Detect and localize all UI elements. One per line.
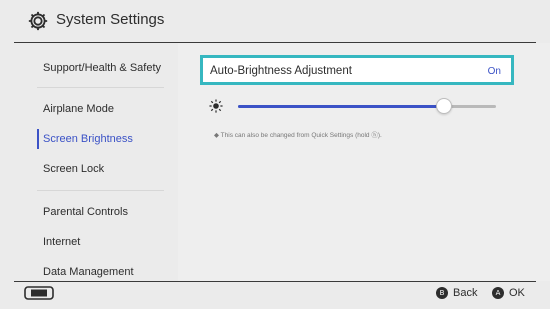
sidebar-divider	[37, 87, 164, 88]
sidebar-item-parental-controls[interactable]: Parental Controls	[43, 206, 128, 218]
handheld-console-icon	[24, 286, 54, 300]
auto-brightness-value: On	[487, 66, 501, 77]
sidebar-item-screen-brightness[interactable]: Screen Brightness	[43, 133, 133, 145]
sidebar-divider	[37, 190, 164, 191]
brightness-slider-thumb[interactable]	[436, 98, 453, 114]
header: System Settings	[0, 0, 550, 42]
ok-button[interactable]: A OK	[492, 287, 525, 299]
sun-icon	[209, 99, 223, 113]
selection-indicator	[37, 129, 39, 149]
sidebar-item-support[interactable]: Support/Health & Safety	[43, 62, 161, 74]
back-label: Back	[453, 287, 478, 299]
footer-divider	[14, 281, 536, 282]
quick-settings-note: ◆ This can also be changed from Quick Se…	[214, 132, 382, 139]
sidebar: Support/Health & Safety Airplane Mode Sc…	[0, 43, 178, 281]
sidebar-item-airplane-mode[interactable]: Airplane Mode	[43, 103, 114, 115]
page-title: System Settings	[56, 11, 165, 28]
a-button-icon: A	[492, 287, 504, 299]
gear-icon	[28, 11, 48, 31]
sidebar-item-internet[interactable]: Internet	[43, 236, 80, 248]
back-button[interactable]: B Back	[436, 287, 477, 299]
ok-label: OK	[509, 287, 525, 299]
sidebar-item-screen-lock[interactable]: Screen Lock	[43, 163, 104, 175]
sidebar-item-data-management[interactable]: Data Management	[43, 266, 134, 278]
settings-panel: Auto-Brightness Adjustment On ◆ This can…	[178, 43, 550, 281]
auto-brightness-toggle[interactable]: Auto-Brightness Adjustment On	[200, 55, 514, 85]
brightness-slider-fill	[238, 105, 445, 108]
b-button-icon: B	[436, 287, 448, 299]
auto-brightness-label: Auto-Brightness Adjustment	[210, 65, 352, 77]
brightness-slider[interactable]	[238, 98, 496, 114]
